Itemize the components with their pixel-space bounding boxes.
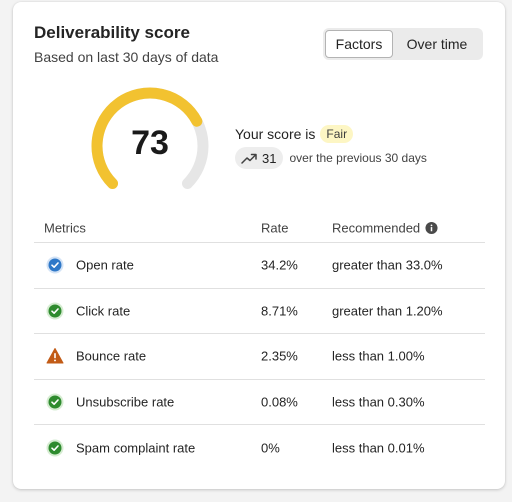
metric-rate: 2.35% <box>261 348 298 364</box>
metric-recommended: greater than 33.0% <box>332 257 443 273</box>
metric-name: Bounce rate <box>76 348 147 364</box>
change-pill: 31 <box>235 147 284 169</box>
metric-recommended: less than 0.30% <box>332 394 425 410</box>
score-value: 73 <box>131 124 169 162</box>
metric-recommended: less than 0.01% <box>332 440 425 456</box>
score-prefix: Your score is <box>235 126 316 142</box>
metric-rate: 8.71% <box>261 303 298 319</box>
deliverability-card: Deliverability score Based on last 30 da… <box>13 2 505 489</box>
score-change: 31 over the previous 30 days <box>235 147 427 169</box>
recommended-label: Recommended <box>332 220 421 235</box>
table-header: Metrics Rate Recommended <box>34 213 485 243</box>
view-toggle: Factors Over time <box>323 28 483 60</box>
checkmark-circle-green-icon <box>46 439 64 457</box>
column-header-rate: Rate <box>261 220 289 235</box>
metric-rate: 0.08% <box>261 394 298 410</box>
table-row: Click rate 8.71% greater than 1.20% <box>34 289 485 335</box>
metric-name: Unsubscribe rate <box>76 394 175 410</box>
change-description: over the previous 30 days <box>289 151 427 165</box>
table-row: Bounce rate 2.35% less than 1.00% <box>34 334 485 380</box>
metric-name: Open rate <box>76 257 134 273</box>
table-row: Spam complaint rate 0% less than 0.01% <box>34 425 485 471</box>
score-rating-badge: Fair <box>320 125 354 143</box>
metric-recommended: less than 1.00% <box>332 348 425 364</box>
metric-name: Spam complaint rate <box>76 440 196 456</box>
checkmark-circle-green-icon <box>46 393 64 411</box>
table-row: Open rate 34.2% greater than 33.0% <box>34 243 485 289</box>
change-value: 31 <box>262 150 277 166</box>
card-title: Deliverability score <box>34 23 190 42</box>
column-header-recommended: Recommended <box>332 220 438 235</box>
metric-recommended: greater than 1.20% <box>332 303 443 319</box>
card-subtitle: Based on last 30 days of data <box>34 49 219 65</box>
table-row: Unsubscribe rate 0.08% less than 0.30% <box>34 380 485 426</box>
metric-rate: 34.2% <box>261 257 298 273</box>
metrics-table: Metrics Rate Recommended Open rate 34.2%… <box>34 213 485 471</box>
over-time-tab[interactable]: Over time <box>393 30 481 58</box>
warning-triangle-icon <box>46 348 64 364</box>
info-icon[interactable] <box>425 221 438 234</box>
trending-up-icon <box>241 153 257 164</box>
column-header-metrics: Metrics <box>44 220 86 235</box>
factors-tab[interactable]: Factors <box>325 30 393 58</box>
checkmark-circle-green-icon <box>46 302 64 320</box>
metric-name: Click rate <box>76 303 131 319</box>
checkmark-circle-blue-icon <box>46 256 64 274</box>
score-summary: Your score is Fair <box>235 125 354 143</box>
metric-rate: 0% <box>261 440 280 456</box>
